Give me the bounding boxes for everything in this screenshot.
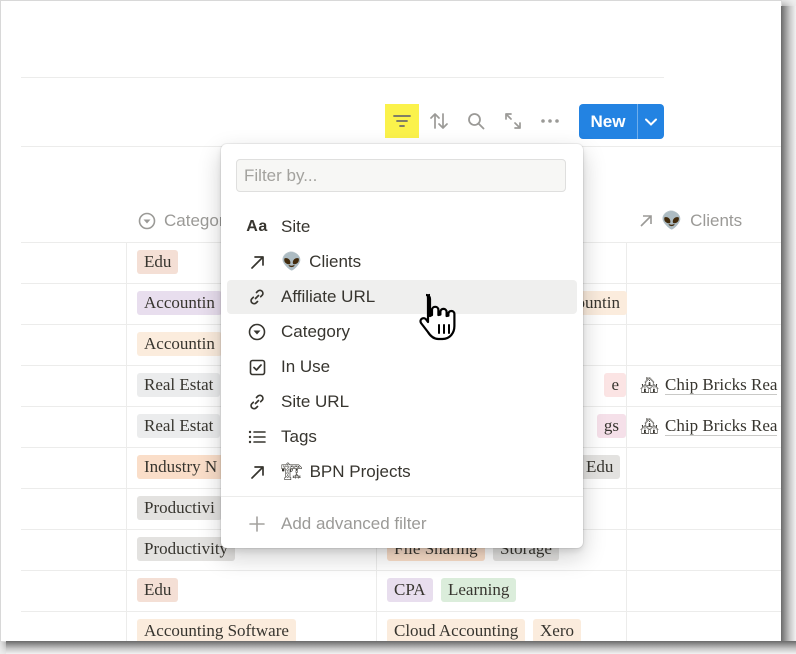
link-icon [239,393,275,411]
filter-option-label-wrap: 🏗 BPN Projects [281,462,411,482]
expand-icon [505,113,521,129]
icon-text: Aa [246,218,268,235]
column-header-label: Clients [690,211,743,230]
alien-icon: 👽 [281,252,303,271]
house-icon: 🏘 [640,418,660,435]
category-tag[interactable]: Productivi [137,496,222,520]
category-tag[interactable]: Industry N [137,455,225,479]
tags-tag[interactable]: e [604,373,626,397]
client-name: Chip Bricks Rea [665,375,778,395]
more-button[interactable] [533,104,567,138]
category-tag[interactable]: Real Estat [137,414,221,438]
column-divider [126,242,127,641]
filter-option-label-wrap: Affiliate URL [281,287,375,307]
app-window: New Categor 👽 Clients Edu Accountin ountin… [0,0,782,642]
sort-button[interactable] [422,104,456,138]
client-name: Chip Bricks Rea [665,416,778,436]
link-icon [239,288,275,306]
filter-dropdown: Aa Site 👽 Clients Affiliate URL Category In Us… [221,144,583,548]
frame-shadow [781,6,796,654]
client-relation[interactable]: 🏘 Chip Bricks Rea [640,414,778,438]
row-divider [21,611,781,612]
row-divider [21,570,781,571]
category-tag[interactable]: Accounting Software [137,619,296,641]
select-icon [138,212,156,230]
filter-option-label-wrap: Site [281,217,310,237]
select-icon [239,323,275,341]
filter-search-input[interactable] [236,159,566,192]
new-button-label[interactable]: New [579,104,638,139]
add-advanced-filter-label: Add advanced filter [281,514,427,533]
add-advanced-filter-button[interactable]: Add advanced filter [227,507,577,541]
chevron-down-icon [645,118,657,126]
search-icon [468,113,485,130]
filter-option-label-wrap: Site URL [281,392,349,412]
expand-button[interactable] [496,104,530,138]
checkbox-icon [239,359,275,376]
category-tag[interactable]: Real Estat [137,373,221,397]
filter-icon [393,115,411,127]
filter-option-label: Clients [309,252,362,271]
more-icon [541,119,559,123]
category-tag[interactable]: Edu [137,250,179,274]
filter-option-label-wrap: Category [281,322,350,342]
filter-option-label: Category [281,322,350,341]
filter-option-label: Site URL [281,392,350,411]
frame-shadow [6,641,796,654]
filter-option-label-wrap: In Use [281,357,330,377]
filter-option-site-url[interactable]: Site URL [227,385,577,419]
filter-option-site[interactable]: Aa Site [227,210,577,244]
filter-option-clients[interactable]: 👽 Clients [227,245,577,279]
new-dropdown-toggle[interactable] [638,104,664,139]
crane-icon: 🏗 [281,462,303,481]
tags-tag[interactable]: Xero [533,619,581,641]
new-button[interactable]: New [579,104,664,139]
filter-option-affiliate-url[interactable]: Affiliate URL [227,280,577,314]
filter-option-label-wrap: 👽 Clients [281,252,361,272]
filter-option-label: BPN Projects [309,462,411,481]
filter-option-in-use[interactable]: In Use [227,350,577,384]
tags-tag[interactable]: CPA [387,578,433,602]
filter-option-category[interactable]: Category [227,315,577,349]
text-property-icon: Aa [239,218,275,236]
relation-arrow-icon [239,255,275,270]
client-relation[interactable]: 🏘 Chip Bricks Rea [640,373,778,397]
search-button[interactable] [459,104,493,138]
hand-cursor-icon [419,293,456,341]
column-header-clients[interactable]: 👽 Clients [639,209,742,233]
list-icon [239,430,275,444]
filter-option-label-wrap: Tags [281,427,317,447]
filter-option-label: In Use [281,357,331,376]
filter-option-bpn-projects[interactable]: 🏗 BPN Projects [227,455,577,489]
filter-option-label: Affiliate URL [281,287,376,306]
filter-button[interactable] [385,104,419,138]
plus-icon [239,516,275,532]
filter-option-label: Site [281,217,311,236]
column-header-label: Categor [164,211,225,230]
relation-arrow-icon [640,215,652,227]
tags-tag[interactable]: gs [596,414,626,438]
house-icon: 🏘 [640,377,660,394]
sort-icon [430,113,448,129]
tags-tag[interactable]: Edu [579,455,621,479]
relation-arrow-icon [239,465,275,480]
tags-tag[interactable]: Learning [441,578,517,602]
filter-option-tags[interactable]: Tags [227,420,577,454]
tags-tag[interactable]: Cloud Accounting [387,619,526,641]
category-tag[interactable]: Edu [137,578,179,602]
alien-icon: 👽 [661,211,683,230]
column-header-category[interactable]: Categor [138,209,224,233]
filter-option-label: Tags [281,427,317,446]
category-tag[interactable]: Accountin [137,332,222,356]
divider [21,77,664,78]
category-tag[interactable]: Accountin [137,291,222,315]
menu-divider [221,496,583,497]
